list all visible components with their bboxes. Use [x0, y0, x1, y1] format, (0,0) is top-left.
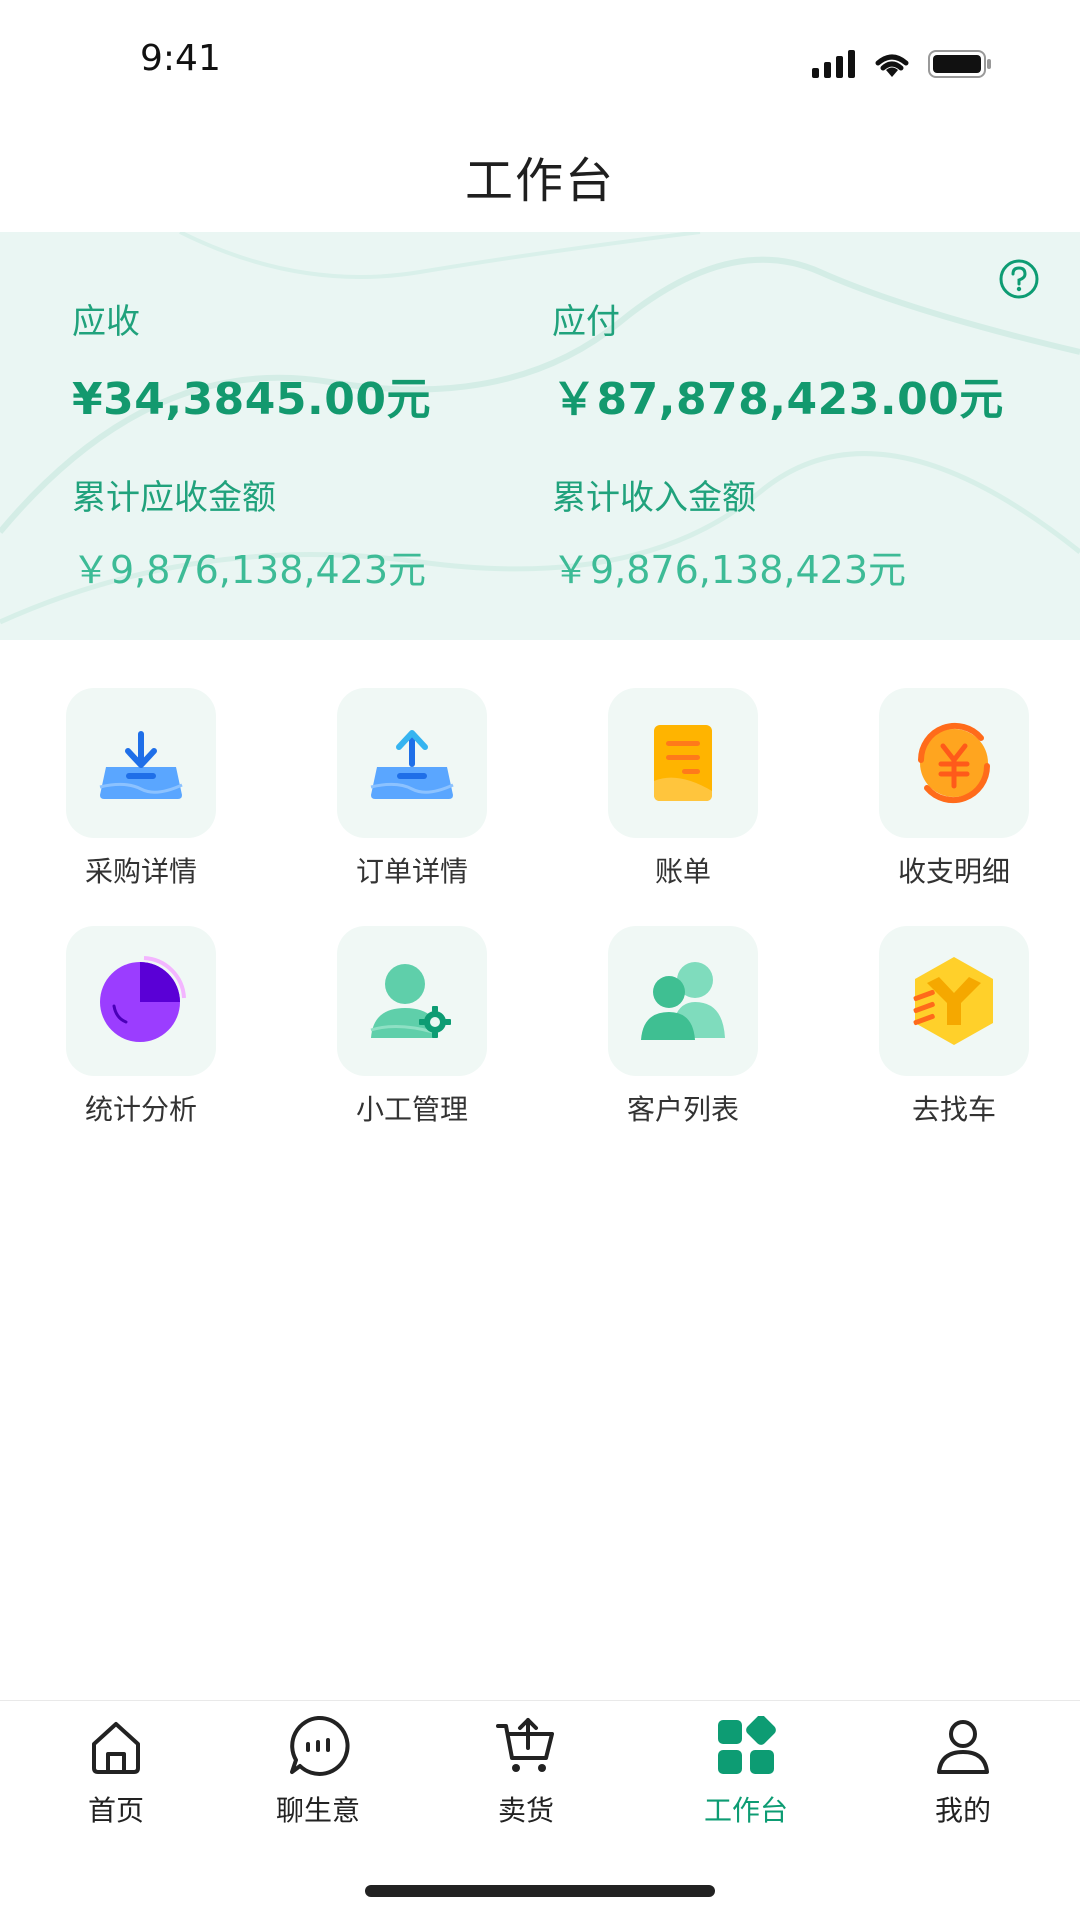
total-income-label: 累计收入金额 — [552, 478, 756, 518]
income-expense-tile[interactable]: 收支明细 — [874, 688, 1034, 890]
download-tray-icon — [66, 688, 216, 838]
tile-label: 小工管理 — [355, 1093, 468, 1126]
worker-management-tile[interactable]: 小工管理 — [332, 926, 492, 1128]
order-details-tile[interactable]: 订单详情 — [332, 688, 492, 890]
tab-label: 我的 — [934, 1794, 991, 1827]
tile-label: 去找车 — [911, 1093, 996, 1126]
bill-icon — [608, 688, 758, 838]
cart-icon — [456, 1713, 596, 1779]
payable-label: 应付 — [552, 302, 620, 342]
status-bar: 9:41 — [0, 0, 1080, 120]
tile-label: 收支明细 — [897, 855, 1010, 888]
page-title: 工作台 — [464, 153, 615, 209]
user-icon — [893, 1713, 1033, 1779]
tile-label: 客户列表 — [626, 1093, 739, 1126]
home-indicator[interactable] — [365, 1885, 715, 1897]
total-receivable-block: 累计应收金额 ￥9,876,138,423元 — [72, 470, 426, 594]
receivable-value: ¥34,3845.00元 — [72, 374, 431, 425]
purchase-details-tile[interactable]: 采购详情 — [61, 688, 221, 890]
payable-value: ￥87,878,423.00元 — [552, 374, 1004, 425]
statistics-tile[interactable]: 统计分析 — [61, 926, 221, 1128]
bill-tile[interactable]: 账单 — [603, 688, 763, 890]
worker-gear-icon — [337, 926, 487, 1076]
tab-chat[interactable]: 聊生意 — [248, 1713, 388, 1829]
pie-chart-icon — [66, 926, 216, 1076]
upload-tray-icon — [337, 688, 487, 838]
tab-label: 卖货 — [497, 1794, 554, 1827]
tile-label: 订单详情 — [355, 855, 468, 888]
tile-label: 采购详情 — [84, 855, 197, 888]
total-receivable-value: ￥9,876,138,423元 — [72, 548, 427, 592]
receivable-block: 应收 ¥34,3845.00元 — [72, 294, 431, 427]
total-income-block: 累计收入金额 ￥9,876,138,423元 — [552, 470, 906, 594]
tab-label: 首页 — [87, 1794, 144, 1827]
customer-list-tile[interactable]: 客户列表 — [603, 926, 763, 1128]
truck-logo-icon — [879, 926, 1029, 1076]
home-icon — [46, 1713, 186, 1779]
yuan-coin-icon — [879, 688, 1029, 838]
help-icon[interactable] — [998, 258, 1040, 300]
payable-block: 应付 ￥87,878,423.00元 — [552, 294, 1004, 427]
total-income-value: ￥9,876,138,423元 — [552, 548, 907, 592]
total-receivable-label: 累计应收金额 — [72, 478, 276, 518]
find-truck-tile[interactable]: 去找车 — [874, 926, 1034, 1128]
tab-workbench[interactable]: 工作台 — [676, 1713, 816, 1829]
signal-icon — [812, 50, 855, 78]
status-icons — [812, 44, 992, 84]
chat-icon — [248, 1713, 388, 1779]
tab-label: 工作台 — [703, 1794, 788, 1827]
wifi-icon — [875, 54, 909, 77]
page-header: 工作台 — [0, 120, 1080, 232]
tile-label: 统计分析 — [84, 1093, 197, 1126]
status-time: 9:41 — [140, 38, 221, 79]
tab-label: 聊生意 — [275, 1794, 360, 1827]
summary-panel: 应收 ¥34,3845.00元 应付 ￥87,878,423.00元 累计应收金… — [0, 232, 1080, 640]
customers-icon — [608, 926, 758, 1076]
tab-me[interactable]: 我的 — [893, 1713, 1033, 1829]
tile-label: 账单 — [654, 855, 711, 888]
battery-icon — [928, 50, 991, 78]
receivable-label: 应收 — [72, 302, 140, 342]
tab-home[interactable]: 首页 — [46, 1713, 186, 1829]
grid-icon — [676, 1713, 816, 1779]
tab-sell[interactable]: 卖货 — [456, 1713, 596, 1829]
